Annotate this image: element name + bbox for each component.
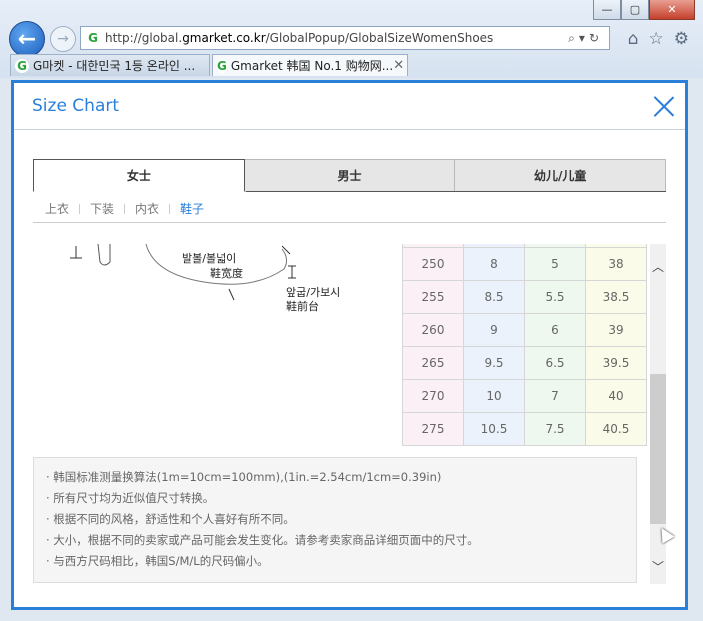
divider: [33, 222, 666, 223]
table-cell: 40.5: [585, 412, 647, 446]
table-cell: 250: [402, 247, 464, 281]
chevron-up-icon[interactable]: ︿: [650, 258, 666, 274]
note-line: · 韩国标准测量换算法(1m=10cm=100mm),(1in.=2.54cm/…: [46, 470, 442, 484]
table-cell: 38.5: [585, 280, 647, 314]
close-icon[interactable]: [653, 95, 675, 117]
gmarket-icon: G: [15, 58, 29, 73]
divider: [169, 203, 171, 214]
gmarket-icon: G: [85, 30, 101, 46]
url-text: http://global.gmarket.co.kr/GlobalPopup/…: [105, 31, 568, 45]
sub-tabs: 上衣 下装 内衣 鞋子: [45, 200, 204, 217]
label-ball-width-cn: 鞋宽度: [210, 267, 243, 280]
size-table: 250 8 5 38 255 8.5 5.5 38.5 260 9 6 39 265 9.5 6.5 39.5…: [402, 244, 647, 446]
tab-men[interactable]: 男士: [244, 159, 456, 192]
table-row: 265 9.5 6.5 39.5: [402, 346, 647, 380]
tab-label: G마켓 - 대한민국 1등 온라인 ...: [33, 59, 196, 73]
table-cell: 5: [524, 247, 586, 281]
note-line: · 与西方尺码相比，韩国S/M/L的尺码偏小。: [46, 554, 269, 568]
label-ball-width-kr: 발볼/볼넓이: [182, 252, 237, 265]
table-row: 255 8.5 5.5 38.5: [402, 280, 647, 314]
chevron-down-icon[interactable]: ﹀: [650, 558, 666, 574]
subtab-bottoms[interactable]: 下装: [90, 200, 114, 217]
tab-gmarket-kr[interactable]: G G마켓 - 대한민국 1등 온라인 ...: [10, 54, 210, 76]
size-chart-content[interactable]: 발볼/볼넓이 鞋宽度 앞굽/가보시 鞋前台 250 8 5 38 255 8.5 5.5 38…: [14, 244, 685, 584]
popup-title: Size Chart: [32, 96, 120, 116]
divider: [79, 203, 81, 214]
table-cell: 10: [463, 379, 525, 413]
address-tools: ⌕▾↻: [568, 30, 603, 45]
table-cell: 265: [402, 346, 464, 380]
url-path: /GlobalPopup/GlobalSizeWomenShoes: [265, 31, 494, 45]
size-chart-popup: Size Chart 女士 男士 幼儿/儿童 上衣 下装 内衣 鞋子 발볼/볼넓…: [11, 80, 688, 610]
window-controls: — ▢ ✕: [593, 0, 695, 20]
scrollbar-thumb[interactable]: [650, 374, 666, 524]
tab-label: Gmarket 韩国 No.1 购物网...: [230, 59, 394, 73]
table-cell: 260: [402, 313, 464, 347]
table-cell: 6.5: [524, 346, 586, 380]
table-cell: 275: [402, 412, 464, 446]
subtab-shoes[interactable]: 鞋子: [180, 200, 204, 217]
label-front-cn: 鞋前台: [286, 300, 319, 313]
back-icon[interactable]: ←: [9, 21, 45, 57]
table-cell: 9.5: [463, 346, 525, 380]
search-icon[interactable]: ⌕: [568, 31, 579, 45]
url-domain: gmarket.co.kr: [182, 31, 266, 45]
notes-box: · 韩国标准测量换算法(1m=10cm=100mm),(1in.=2.54cm/…: [33, 457, 637, 583]
table-row: 275 10.5 7.5 40.5: [402, 412, 647, 446]
table-row: 250 8 5 38: [402, 247, 647, 281]
table-cell: 10.5: [463, 412, 525, 446]
tab-kids[interactable]: 幼儿/儿童: [455, 159, 667, 192]
tab-bar: G G마켓 - 대한민국 1등 온라인 ... G Gmarket 韩国 No.…: [0, 54, 703, 78]
gmarket-icon: G: [217, 58, 227, 73]
note-line: · 所有尺寸均为近似值尺寸转换。: [46, 491, 215, 505]
browser-toolbar: ⌂ ☆ ⚙: [628, 29, 689, 49]
category-tabs: 女士 男士 幼儿/儿童: [33, 159, 667, 192]
url-prefix: http://global.: [105, 31, 183, 45]
home-icon[interactable]: ⌂: [628, 29, 639, 49]
browser-chrome: — ▢ ✕ ← → G http://global.gmarket.co.kr/…: [0, 0, 703, 78]
divider: [124, 203, 126, 214]
address-bar[interactable]: G http://global.gmarket.co.kr/GlobalPopu…: [80, 26, 610, 50]
table-cell: 8.5: [463, 280, 525, 314]
tab-women[interactable]: 女士: [33, 159, 245, 192]
popup-header: Size Chart: [14, 83, 685, 130]
refresh-icon[interactable]: ↻: [589, 31, 603, 45]
subtab-underwear[interactable]: 内衣: [135, 200, 159, 217]
table-cell: 8: [463, 247, 525, 281]
minimize-button[interactable]: —: [593, 0, 621, 20]
table-cell: 38: [585, 247, 647, 281]
table-cell: 6: [524, 313, 586, 347]
table-row: 260 9 6 39: [402, 313, 647, 347]
table-cell: 255: [402, 280, 464, 314]
divider: [246, 191, 666, 192]
table-cell: 39: [585, 313, 647, 347]
table-cell: 39.5: [585, 346, 647, 380]
table-cell: 5.5: [524, 280, 586, 314]
table-row: 270 10 7 40: [402, 379, 647, 413]
table-cell: 270: [402, 379, 464, 413]
window-close-button[interactable]: ✕: [649, 0, 695, 20]
subtab-tops[interactable]: 上衣: [45, 200, 69, 217]
table-cell: 7: [524, 379, 586, 413]
note-line: · 根据不同的风格，舒适性和个人喜好有所不同。: [46, 512, 295, 526]
table-cell: 40: [585, 379, 647, 413]
maximize-button[interactable]: ▢: [621, 0, 649, 20]
forward-icon[interactable]: →: [50, 26, 76, 52]
table-cell: 7.5: [524, 412, 586, 446]
gear-icon[interactable]: ⚙: [674, 29, 689, 49]
star-icon[interactable]: ☆: [649, 29, 664, 49]
table-cell: 9: [463, 313, 525, 347]
note-line: · 大小，根据不同的卖家或产品可能会发生变化。请参考卖家商品详细页面中的尺寸。: [46, 533, 479, 547]
tab-gmarket-cn[interactable]: G Gmarket 韩国 No.1 购物网... ✕: [212, 54, 408, 76]
close-tab-icon[interactable]: ✕: [393, 58, 404, 73]
